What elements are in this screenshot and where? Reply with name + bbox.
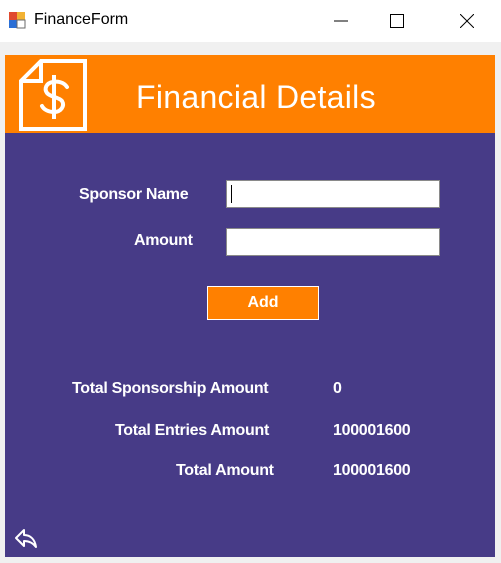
amount-label: Amount xyxy=(134,232,193,249)
header-banner: Financial Details xyxy=(5,55,495,133)
text-caret xyxy=(231,185,232,203)
page-title: Financial Details xyxy=(136,79,376,115)
app-icon xyxy=(9,12,26,29)
total-sponsorship-label: Total Sponsorship Amount xyxy=(72,380,269,397)
title-bar: FinanceForm xyxy=(0,0,501,42)
close-button[interactable] xyxy=(444,0,490,42)
minimize-icon xyxy=(334,20,348,22)
total-entries-value: 100001600 xyxy=(333,422,411,439)
dollar-document-icon xyxy=(19,59,87,131)
close-icon xyxy=(460,14,474,28)
add-button[interactable]: Add xyxy=(207,286,319,320)
sponsor-name-field[interactable] xyxy=(226,180,440,208)
back-arrow-icon[interactable] xyxy=(13,525,39,551)
total-entries-label: Total Entries Amount xyxy=(115,422,270,439)
minimize-button[interactable] xyxy=(318,0,364,42)
amount-field[interactable] xyxy=(226,228,440,256)
window-title: FinanceForm xyxy=(34,11,129,28)
maximize-button[interactable] xyxy=(374,0,420,42)
maximize-icon xyxy=(390,14,404,28)
total-sponsorship-value: 0 xyxy=(333,380,342,397)
sponsor-name-label: Sponsor Name xyxy=(79,186,189,203)
form-panel: Financial Details Sponsor Name Amount Ad… xyxy=(5,55,495,557)
total-amount-label: Total Amount xyxy=(176,462,274,479)
total-amount-value: 100001600 xyxy=(333,462,411,479)
